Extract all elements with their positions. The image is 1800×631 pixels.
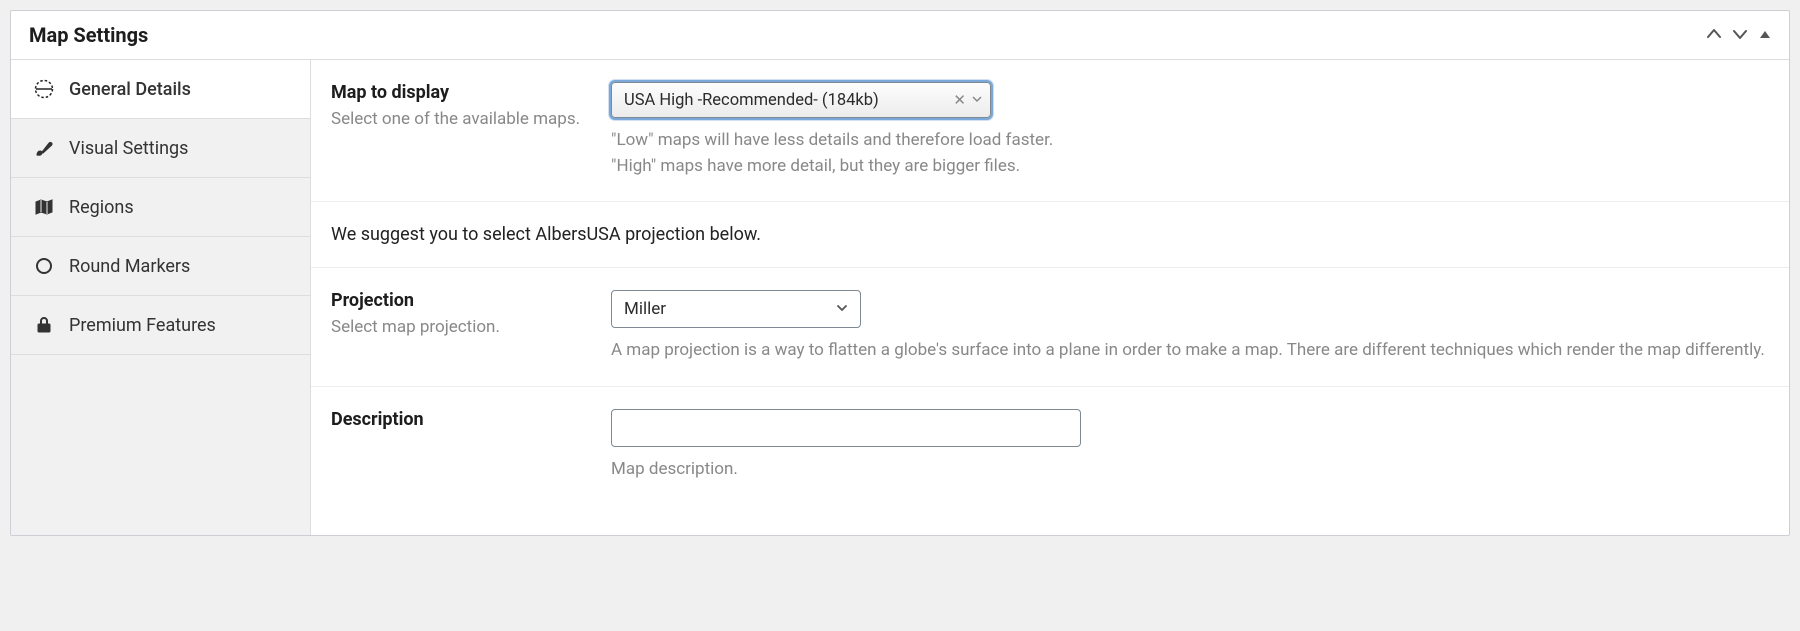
field-label: Projection: [331, 290, 581, 311]
tab-premium-features[interactable]: Premium Features: [11, 296, 310, 355]
map-settings-panel: Map Settings General Details: [10, 10, 1790, 536]
toggle-panel-icon[interactable]: [1759, 28, 1771, 42]
field-control-col: USA High -Recommended- (184kb) ✕ "Low" m…: [611, 82, 1769, 179]
tab-visual-settings[interactable]: Visual Settings: [11, 119, 310, 178]
tab-general-details[interactable]: General Details: [11, 60, 310, 119]
field-sublabel: Select map projection.: [331, 317, 581, 337]
help-line: "High" maps have more detail, but they a…: [611, 154, 1769, 180]
field-label-col: Map to display Select one of the availab…: [331, 82, 581, 179]
field-map-to-display: Map to display Select one of the availab…: [311, 60, 1789, 202]
projection-help-text: A map projection is a way to flatten a g…: [611, 338, 1769, 364]
map-help-text: "Low" maps will have less details and th…: [611, 128, 1769, 179]
field-label: Description: [331, 409, 581, 430]
tab-label: Round Markers: [69, 256, 190, 277]
panel-title: Map Settings: [29, 23, 148, 47]
circle-icon: [33, 255, 55, 277]
field-control-col: Miller A map projection is a way to flat…: [611, 290, 1769, 364]
map-icon: [33, 196, 55, 218]
chevron-down-icon: [836, 299, 848, 319]
description-help-text: Map description.: [611, 457, 1769, 483]
clear-icon[interactable]: ✕: [949, 91, 970, 109]
field-control-col: Map description.: [611, 409, 1769, 483]
tab-label: Visual Settings: [69, 138, 188, 159]
projection-select-value: Miller: [624, 299, 666, 319]
move-down-icon[interactable]: [1733, 27, 1747, 44]
brush-icon: [33, 137, 55, 159]
panel-controls: [1707, 27, 1771, 44]
tab-label: Premium Features: [69, 315, 216, 336]
chevron-down-icon: [970, 93, 982, 107]
map-select-value: USA High -Recommended- (184kb): [624, 91, 949, 110]
move-up-icon[interactable]: [1707, 27, 1721, 44]
lock-icon: [33, 314, 55, 336]
tab-regions[interactable]: Regions: [11, 178, 310, 237]
tabs-filler: [11, 355, 310, 535]
tab-label: Regions: [69, 197, 134, 218]
globe-icon: [33, 78, 55, 100]
field-label-col: Projection Select map projection.: [331, 290, 581, 364]
help-line: "Low" maps will have less details and th…: [611, 128, 1769, 154]
projection-suggestion: We suggest you to select AlbersUSA proje…: [311, 202, 1789, 268]
tab-label: General Details: [69, 79, 191, 100]
field-sublabel: Select one of the available maps.: [331, 109, 581, 129]
settings-tabs: General Details Visual Settings Regions …: [11, 60, 311, 535]
field-projection: Projection Select map projection. Miller…: [311, 268, 1789, 387]
panel-header: Map Settings: [11, 11, 1789, 60]
field-description: Description Map description.: [311, 387, 1789, 505]
map-select[interactable]: USA High -Recommended- (184kb) ✕: [611, 82, 991, 118]
tab-round-markers[interactable]: Round Markers: [11, 237, 310, 296]
field-label-col: Description: [331, 409, 581, 483]
field-label: Map to display: [331, 82, 581, 103]
description-input[interactable]: [611, 409, 1081, 447]
settings-content: Map to display Select one of the availab…: [311, 60, 1789, 535]
projection-select[interactable]: Miller: [611, 290, 861, 328]
panel-body: General Details Visual Settings Regions …: [11, 60, 1789, 535]
